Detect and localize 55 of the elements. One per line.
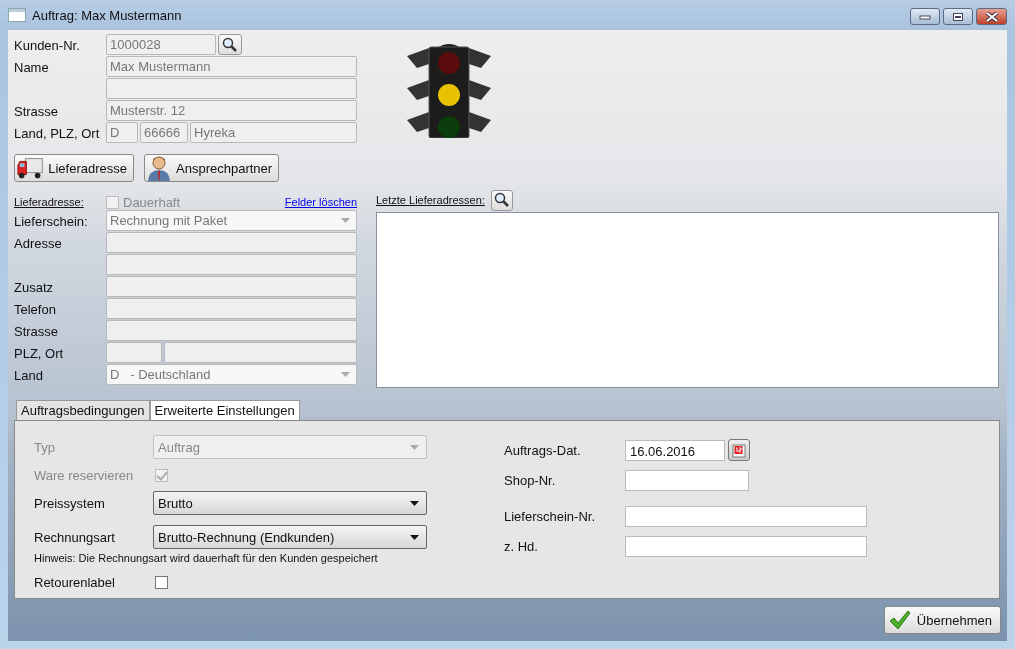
minimize-icon [919,13,931,20]
caret-icon [410,500,419,506]
field-label: Adresse [14,235,63,253]
caret-icon [410,534,419,540]
window-title: Auftrag: Max Mustermann [32,7,182,23]
tab[interactable]: Auftragsbedingungen [16,400,150,420]
field-label: Ware reservieren [34,467,135,483]
field-label: Lieferschein: [14,213,89,231]
field-label: PLZ, Ort [14,345,65,363]
field-label: Name [14,59,50,77]
field-label: Lieferschein-Nr. [504,508,597,524]
field-label: Preissystem [34,495,106,511]
field-label: z. Hd. [504,538,539,554]
caret-icon [410,444,419,450]
caret-icon [341,372,350,377]
field-label: Typ [34,439,56,455]
field-label: Telefon [14,301,57,319]
field-label: Shop-Nr. [504,472,557,488]
field-label: Strasse [14,323,60,341]
delivery-address-button[interactable]: Lieferadresse [14,154,134,182]
field-label: Strasse [14,103,60,121]
field-label: Land [14,367,44,385]
field-label: Rechnungsart [34,529,116,545]
tab[interactable]: Erweiterte Einstellungen [149,400,300,420]
hint-text: Hinweis: Die Rechnungsart wird dauerhaft für den Kunden gespeichert [34,552,379,564]
field-label: Auftrags-Dat. [504,442,582,458]
field-label: Land, PLZ, Ort [14,125,101,143]
contact-person-button[interactable]: Ansprechpartner [144,154,280,182]
window-icon [8,8,26,22]
field-label: Retourenlabel [34,574,116,590]
truck-icon [17,156,44,180]
caret-icon [341,218,350,223]
section-label: Lieferadresse: [14,196,85,208]
input-field[interactable] [625,505,867,527]
search-button[interactable] [490,189,513,211]
dropdown[interactable]: Brutto-Rechnung (Endkunden) [153,525,427,549]
input-field[interactable] [625,469,749,491]
close-button[interactable] [976,8,1007,25]
field-label: Kunden-Nr. [14,37,81,55]
person-icon [147,155,171,181]
search-button[interactable] [218,34,242,55]
field-label: Zusatz [14,279,54,297]
checkmark-icon [888,610,911,630]
checkbox-label: Dauerhaft [123,194,181,210]
calendar-button[interactable] [728,439,750,461]
minimize-button[interactable] [910,8,940,25]
close-icon [984,11,999,22]
maximize-icon [952,11,964,22]
input-field[interactable]: 16.06.2016 [625,439,725,461]
checkbox[interactable] [155,575,168,589]
maximize-button[interactable] [943,8,973,25]
input-field[interactable] [625,535,867,557]
dropdown[interactable]: Brutto [153,491,427,515]
apply-button[interactable]: Übernehmen [883,606,1001,634]
section-label: Letzte Lieferadressen: [376,194,485,206]
